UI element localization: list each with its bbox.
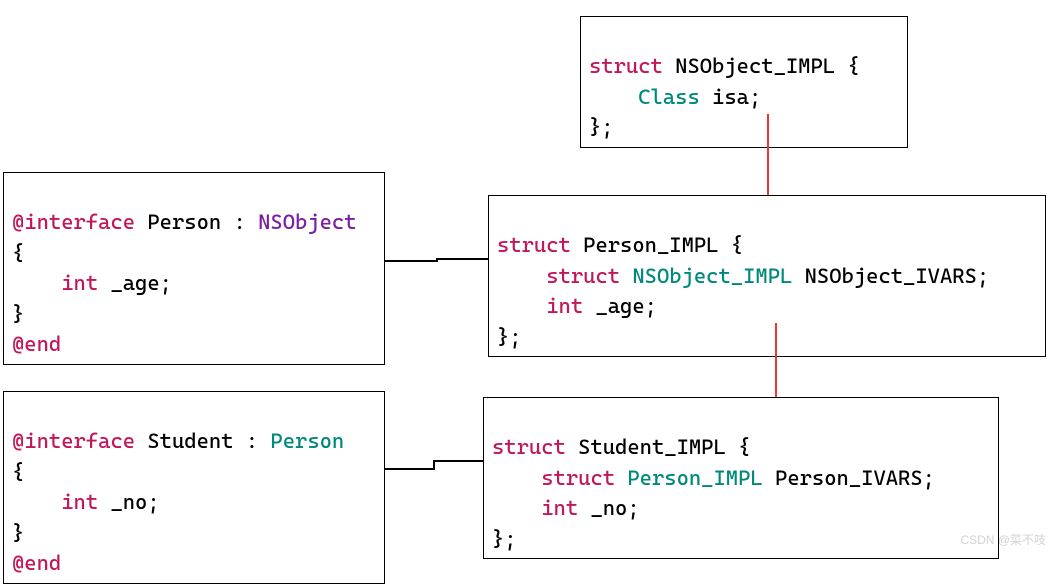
interface-name: Student : [135,429,270,453]
int-type: int [61,271,98,295]
open-brace: { [12,460,24,484]
end-keyword: @end [12,332,61,356]
struct-name: NSObject_IMPL { [663,54,860,78]
indent [589,85,638,109]
super-nsobject: NSObject [258,210,356,234]
redline-nsobject-to-person [767,114,769,195]
nsobject-impl-type: NSObject_IMPL [620,264,792,288]
int-type: int [541,496,578,520]
open-brace: { [12,241,24,265]
student-interface-box: @interface Student : Person { int _no; }… [3,391,385,584]
redline-person-to-student [775,323,777,397]
interface-keyword: @interface [12,429,135,453]
field-age: _age; [98,271,172,295]
field-no: _no; [578,496,640,520]
indent [497,294,546,318]
field-no: _no; [98,490,160,514]
struct-name: Person_IMPL { [571,233,743,257]
struct-keyword: struct [546,264,620,288]
connector-student-v [433,460,435,470]
indent [497,264,546,288]
connector-person-h2 [436,258,488,260]
indent [492,466,541,490]
close-brace: } [12,302,24,326]
int-type: int [61,490,98,514]
struct-keyword: struct [541,466,615,490]
person-impl-box: struct Person_IMPL { struct NSObject_IMP… [488,195,1046,357]
int-type: int [546,294,583,318]
close-brace: } [12,521,24,545]
struct-keyword: struct [492,435,566,459]
close-brace: }; [589,115,614,139]
indent [492,496,541,520]
connector-person-h1 [385,260,436,262]
person-interface-box: @interface Person : NSObject { int _age;… [3,172,385,365]
field-person-ivars: Person_IVARS; [763,466,935,490]
field-isa: isa; [700,85,762,109]
student-impl-box: struct Student_IMPL { struct Person_IMPL… [483,397,999,559]
connector-student-h2 [433,460,483,462]
field-nsobject-ivars: NSObject_IVARS; [792,264,989,288]
class-type: Class [638,85,700,109]
indent [12,271,61,295]
struct-name: Student_IMPL { [566,435,751,459]
struct-keyword: struct [497,233,571,257]
interface-name: Person : [135,210,258,234]
close-brace: }; [497,325,522,349]
super-person: Person [270,429,344,453]
close-brace: }; [492,527,517,551]
indent [12,490,61,514]
interface-keyword: @interface [12,210,135,234]
connector-student-h1 [385,468,433,470]
watermark: CSDN @菜不吱 [960,531,1046,548]
end-keyword: @end [12,551,61,575]
person-impl-type: Person_IMPL [615,466,763,490]
nsobject-impl-box: struct NSObject_IMPL { Class isa; }; [580,16,908,148]
field-age: _age; [583,294,657,318]
struct-keyword: struct [589,54,663,78]
